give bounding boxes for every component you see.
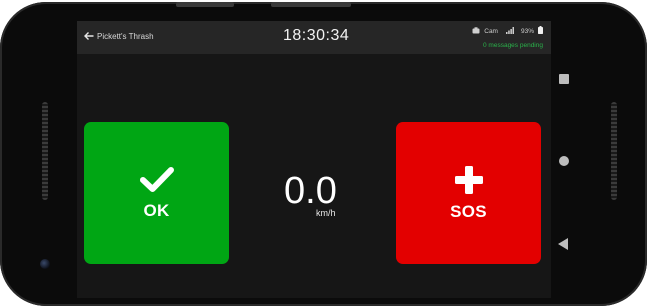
sos-label: SOS (450, 201, 487, 221)
home-circle-icon[interactable] (559, 156, 569, 166)
camera-label: Cam (484, 27, 498, 35)
phone-volume-button (271, 2, 351, 7)
speed-unit: km/h (316, 208, 336, 218)
battery-percent: 93% (520, 27, 534, 35)
recents-square-icon[interactable] (559, 74, 569, 84)
plus-icon (454, 165, 484, 200)
status-icons: Cam 93% (472, 26, 543, 36)
phone-side-button (176, 2, 234, 7)
pending-messages-status: 0 messages pending (483, 42, 543, 49)
app-title: Pickett's Thrash (97, 32, 154, 41)
arrow-left-icon[interactable] (83, 30, 95, 42)
checkmark-icon (139, 166, 174, 199)
ok-label: OK (143, 200, 170, 220)
front-camera (40, 259, 50, 269)
speed-display: 0.0 km/h (282, 171, 352, 221)
app-screen: Pickett's Thrash 18:30:34 Cam 93% 0 mess… (77, 21, 551, 298)
back-triangle-icon[interactable] (558, 238, 568, 250)
signal-icon (505, 26, 514, 36)
sos-button[interactable]: SOS (396, 122, 541, 264)
speed-value: 0.0 (284, 170, 337, 212)
battery-icon (538, 26, 543, 36)
camera-icon (472, 26, 480, 36)
phone-frame: Pickett's Thrash 18:30:34 Cam 93% 0 mess… (0, 2, 647, 306)
clock-time: 18:30:34 (283, 27, 350, 44)
ok-button[interactable]: OK (84, 122, 229, 264)
status-bar: Pickett's Thrash 18:30:34 Cam 93% 0 mess… (77, 21, 551, 54)
speaker-grille-right (611, 102, 617, 200)
speaker-grille-left (42, 102, 48, 200)
